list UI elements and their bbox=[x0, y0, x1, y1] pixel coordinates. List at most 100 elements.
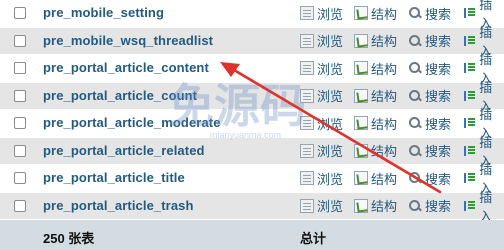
insert-action[interactable]: 插入 bbox=[463, 80, 504, 114]
browse-action[interactable]: 浏览 bbox=[300, 87, 343, 105]
table-list: pre_mobile_setting 浏览 结构 搜索 插入 pre_mobil… bbox=[0, 0, 504, 250]
insert-action[interactable]: 插入 bbox=[463, 0, 504, 31]
structure-action[interactable]: 结构 bbox=[354, 32, 397, 50]
search-icon bbox=[408, 171, 422, 185]
browse-label: 浏览 bbox=[317, 6, 344, 22]
search-action[interactable]: 搜索 bbox=[408, 169, 451, 187]
table-footer-row: 250 张表 总计 bbox=[0, 220, 504, 250]
table-row: pre_mobile_setting 浏览 结构 搜索 插入 bbox=[0, 0, 504, 31]
structure-label: 结构 bbox=[371, 61, 398, 77]
insert-action[interactable]: 插入 bbox=[463, 190, 504, 224]
total-label: 总计 bbox=[300, 231, 327, 246]
browse-action[interactable]: 浏览 bbox=[300, 114, 343, 132]
search-icon bbox=[408, 6, 422, 20]
browse-label: 浏览 bbox=[317, 199, 344, 214]
browse-label: 浏览 bbox=[317, 61, 344, 77]
structure-label: 结构 bbox=[371, 199, 398, 214]
structure-icon bbox=[354, 6, 368, 20]
browse-action[interactable]: 浏览 bbox=[300, 142, 343, 160]
insert-icon bbox=[463, 61, 476, 75]
structure-action[interactable]: 结构 bbox=[354, 197, 397, 215]
browse-action[interactable]: 浏览 bbox=[300, 32, 343, 50]
browse-action[interactable]: 浏览 bbox=[300, 59, 343, 77]
insert-action[interactable]: 插入 bbox=[463, 25, 504, 59]
search-action[interactable]: 搜索 bbox=[408, 59, 451, 77]
table-name-link[interactable]: pre_portal_article_moderate bbox=[43, 115, 221, 130]
structure-action[interactable]: 结构 bbox=[354, 169, 397, 187]
search-label: 搜索 bbox=[425, 144, 452, 159]
browse-label: 浏览 bbox=[317, 171, 344, 187]
insert-action[interactable]: 插入 bbox=[463, 52, 504, 86]
structure-icon bbox=[354, 88, 368, 103]
browse-icon bbox=[300, 61, 314, 75]
search-label: 搜索 bbox=[425, 116, 452, 132]
structure-action[interactable]: 结构 bbox=[354, 114, 397, 132]
search-icon bbox=[408, 89, 422, 103]
search-action[interactable]: 搜索 bbox=[408, 142, 451, 160]
search-label: 搜索 bbox=[425, 34, 452, 49]
search-icon bbox=[408, 144, 422, 158]
browse-action[interactable]: 浏览 bbox=[300, 4, 343, 22]
structure-label: 结构 bbox=[371, 34, 398, 49]
insert-action[interactable]: 插入 bbox=[463, 135, 504, 169]
browse-label: 浏览 bbox=[317, 34, 344, 49]
insert-icon bbox=[463, 144, 476, 158]
table-row: pre_portal_article_related 浏览 结构 搜索 插入 bbox=[0, 135, 504, 169]
table-name-link[interactable]: pre_mobile_setting bbox=[43, 5, 164, 20]
table-name-link[interactable]: pre_mobile_wsq_threadlist bbox=[43, 33, 213, 48]
structure-label: 结构 bbox=[371, 116, 398, 132]
search-action[interactable]: 搜索 bbox=[408, 114, 451, 132]
table-name-link[interactable]: pre_portal_article_content bbox=[43, 60, 209, 75]
search-label: 搜索 bbox=[425, 89, 452, 104]
table-name-link[interactable]: pre_portal_article_count bbox=[43, 88, 197, 103]
row-checkbox[interactable] bbox=[14, 34, 26, 47]
insert-icon bbox=[463, 89, 476, 103]
search-action[interactable]: 搜索 bbox=[408, 87, 451, 105]
search-icon bbox=[408, 116, 422, 130]
search-icon bbox=[408, 199, 422, 213]
insert-action[interactable]: 插入 bbox=[463, 162, 504, 196]
search-label: 搜索 bbox=[425, 61, 452, 77]
row-checkbox[interactable] bbox=[14, 7, 26, 19]
browse-icon bbox=[300, 6, 314, 20]
browse-icon bbox=[300, 171, 314, 185]
browse-action[interactable]: 浏览 bbox=[300, 169, 343, 187]
search-action[interactable]: 搜索 bbox=[408, 4, 451, 22]
structure-icon bbox=[354, 116, 368, 130]
insert-action[interactable]: 插入 bbox=[463, 107, 504, 141]
row-checkbox[interactable] bbox=[14, 144, 26, 157]
row-checkbox[interactable] bbox=[14, 172, 26, 184]
table-name-link[interactable]: pre_portal_article_trash bbox=[43, 198, 194, 213]
row-checkbox[interactable] bbox=[14, 117, 26, 129]
structure-action[interactable]: 结构 bbox=[354, 87, 397, 105]
insert-icon bbox=[463, 34, 476, 48]
structure-icon bbox=[354, 61, 368, 75]
structure-icon bbox=[354, 198, 368, 213]
row-checkbox[interactable] bbox=[14, 62, 26, 74]
table-row: pre_portal_article_moderate 浏览 结构 搜索 插入 bbox=[0, 107, 504, 141]
search-label: 搜索 bbox=[425, 199, 452, 214]
search-label: 搜索 bbox=[425, 171, 452, 187]
structure-action[interactable]: 结构 bbox=[354, 142, 397, 160]
search-action[interactable]: 搜索 bbox=[408, 32, 451, 50]
row-checkbox[interactable] bbox=[14, 199, 26, 212]
browse-icon bbox=[300, 33, 314, 48]
structure-label: 结构 bbox=[371, 6, 398, 22]
search-icon bbox=[408, 61, 422, 75]
structure-action[interactable]: 结构 bbox=[354, 59, 397, 77]
browse-icon bbox=[300, 143, 314, 158]
structure-action[interactable]: 结构 bbox=[354, 4, 397, 22]
structure-label: 结构 bbox=[371, 171, 398, 187]
table-name-link[interactable]: pre_portal_article_related bbox=[43, 143, 205, 158]
table-name-link[interactable]: pre_portal_article_title bbox=[43, 170, 185, 185]
structure-icon bbox=[354, 143, 368, 158]
search-action[interactable]: 搜索 bbox=[408, 197, 451, 215]
insert-icon bbox=[463, 6, 476, 20]
row-checkbox[interactable] bbox=[14, 89, 26, 102]
table-row: pre_portal_article_trash 浏览 结构 搜索 插入 bbox=[0, 190, 504, 224]
insert-label: 插入 bbox=[479, 189, 493, 224]
structure-icon bbox=[354, 171, 368, 185]
table-row: pre_portal_article_title 浏览 结构 搜索 插入 bbox=[0, 162, 504, 196]
browse-icon bbox=[300, 88, 314, 103]
browse-action[interactable]: 浏览 bbox=[300, 197, 343, 215]
